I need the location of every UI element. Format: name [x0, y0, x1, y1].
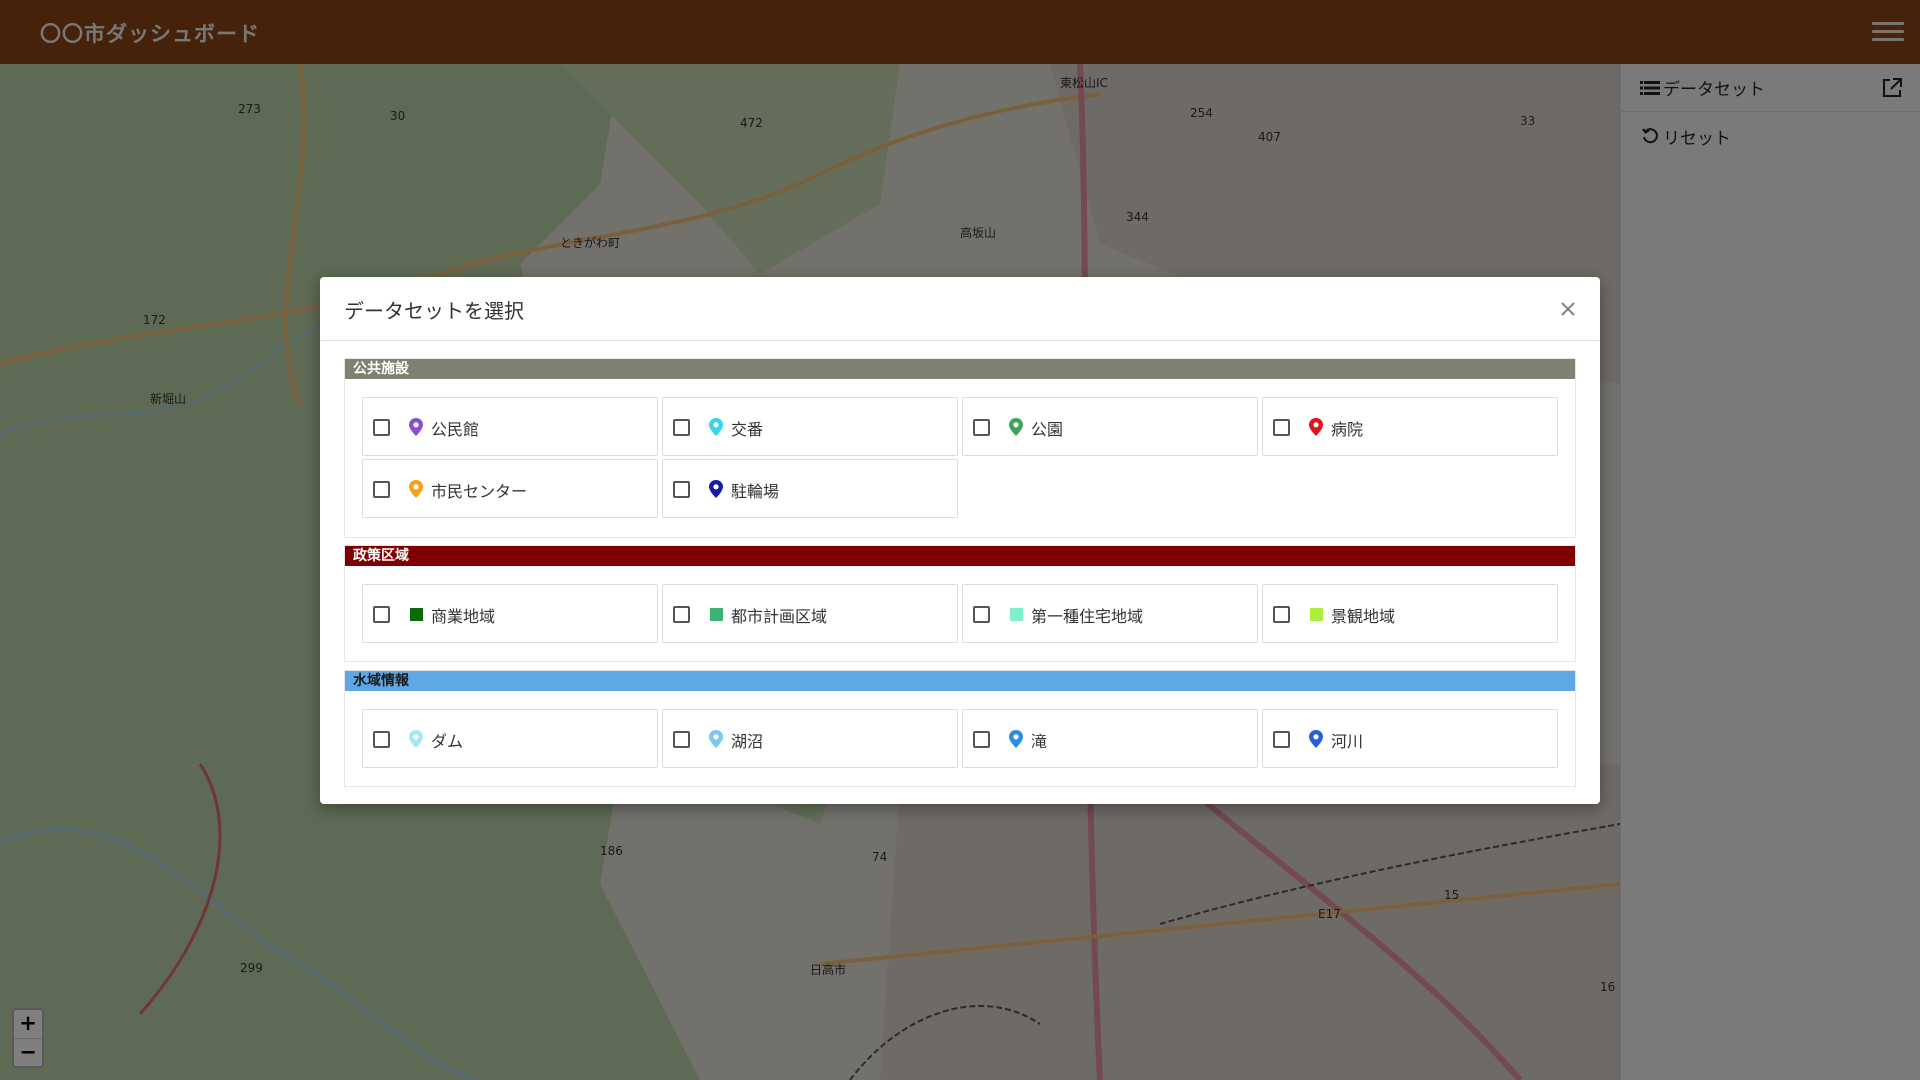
- pin-icon: [709, 730, 723, 748]
- dataset-option[interactable]: 公民館: [362, 397, 658, 456]
- dataset-option[interactable]: 河川: [1262, 709, 1558, 768]
- dataset-label: 駐輪場: [731, 482, 780, 501]
- dataset-option[interactable]: 第一種住宅地域: [962, 584, 1258, 643]
- dataset-label: 公民館: [431, 420, 480, 439]
- checkbox[interactable]: [373, 419, 390, 436]
- checkbox[interactable]: [1273, 731, 1290, 748]
- dataset-label: 第一種住宅地域: [1031, 607, 1144, 626]
- dataset-option[interactable]: 都市計画区域: [662, 584, 958, 643]
- pin-icon: [1309, 730, 1323, 748]
- dataset-option[interactable]: 湖沼: [662, 709, 958, 768]
- pin-icon: [409, 730, 423, 748]
- dataset-option[interactable]: ダム: [362, 709, 658, 768]
- dataset-label: 交番: [731, 420, 764, 439]
- checkbox[interactable]: [673, 606, 690, 623]
- pin-icon: [409, 480, 423, 498]
- dataset-label: 滝: [1031, 732, 1048, 751]
- dataset-option[interactable]: 滝: [962, 709, 1258, 768]
- checkbox[interactable]: [373, 731, 390, 748]
- square-icon: [1010, 608, 1023, 621]
- checkbox[interactable]: [673, 419, 690, 436]
- checkbox[interactable]: [973, 731, 990, 748]
- checkbox[interactable]: [973, 419, 990, 436]
- close-icon[interactable]: [1556, 297, 1580, 321]
- pin-icon: [1309, 418, 1323, 436]
- dataset-label: 病院: [1331, 420, 1364, 439]
- dataset-option[interactable]: 駐輪場: [662, 459, 958, 518]
- modal-header: データセットを選択: [320, 277, 1600, 341]
- pin-icon: [1009, 418, 1023, 436]
- dataset-label: 市民センター: [431, 482, 528, 501]
- section-water-info: 水域情報 ダム 湖沼 滝 河川: [344, 670, 1576, 787]
- square-icon: [1310, 608, 1323, 621]
- section-header: 政策区域: [345, 546, 1575, 566]
- section-public-facilities: 公共施設 公民館 交番 公園 病院 市民センター 駐輪場: [344, 358, 1576, 538]
- pin-icon: [409, 418, 423, 436]
- dataset-label: 商業地域: [431, 607, 496, 626]
- dataset-option[interactable]: 商業地域: [362, 584, 658, 643]
- dataset-option[interactable]: 景観地域: [1262, 584, 1558, 643]
- dataset-label: 湖沼: [731, 732, 764, 751]
- checkbox[interactable]: [973, 606, 990, 623]
- section-policy-areas: 政策区域 商業地域 都市計画区域 第一種住宅地域 景観地域: [344, 545, 1576, 662]
- square-icon: [710, 608, 723, 621]
- dataset-select-dialog: データセットを選択 公共施設 公民館 交番 公園 病院 市民センター 駐輪場 政…: [320, 277, 1600, 804]
- dataset-label: 景観地域: [1331, 607, 1396, 626]
- dataset-label: 都市計画区域: [731, 607, 828, 626]
- modal-title: データセットを選択: [344, 299, 524, 323]
- checkbox[interactable]: [373, 606, 390, 623]
- pin-icon: [709, 418, 723, 436]
- checkbox[interactable]: [673, 481, 690, 498]
- section-header: 水域情報: [345, 671, 1575, 691]
- square-icon: [410, 608, 423, 621]
- pin-icon: [1009, 730, 1023, 748]
- dataset-label: ダム: [431, 732, 464, 751]
- dataset-label: 河川: [1331, 732, 1364, 751]
- dataset-label: 公園: [1031, 420, 1064, 439]
- checkbox[interactable]: [373, 481, 390, 498]
- dataset-option[interactable]: 市民センター: [362, 459, 658, 518]
- pin-icon: [709, 480, 723, 498]
- section-header: 公共施設: [345, 359, 1575, 379]
- dataset-option[interactable]: 病院: [1262, 397, 1558, 456]
- dataset-option[interactable]: 公園: [962, 397, 1258, 456]
- dataset-option[interactable]: 交番: [662, 397, 958, 456]
- checkbox[interactable]: [1273, 606, 1290, 623]
- checkbox[interactable]: [1273, 419, 1290, 436]
- checkbox[interactable]: [673, 731, 690, 748]
